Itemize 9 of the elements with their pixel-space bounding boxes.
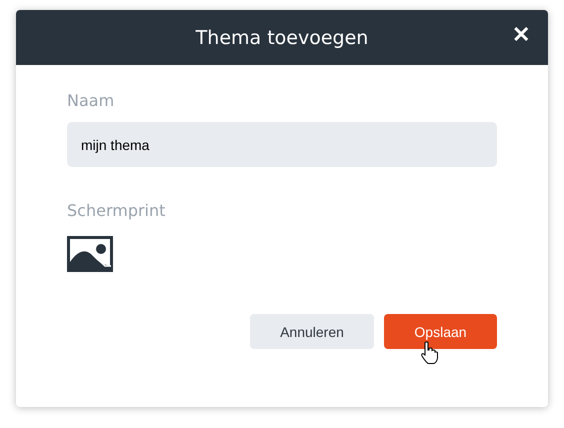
cancel-button[interactable]: Annuleren	[250, 314, 374, 349]
close-button[interactable]: ✕	[512, 22, 530, 48]
input-field[interactable]: mijn thema	[67, 122, 497, 167]
field-label: Schermprint	[67, 201, 166, 220]
image-icon[interactable]	[67, 236, 113, 272]
field-label: Naam	[67, 91, 114, 110]
hand-cursor-icon	[419, 341, 439, 365]
save-button[interactable]: Opslaan	[384, 314, 497, 349]
dialog-title: Thema toevoegen	[196, 26, 368, 48]
